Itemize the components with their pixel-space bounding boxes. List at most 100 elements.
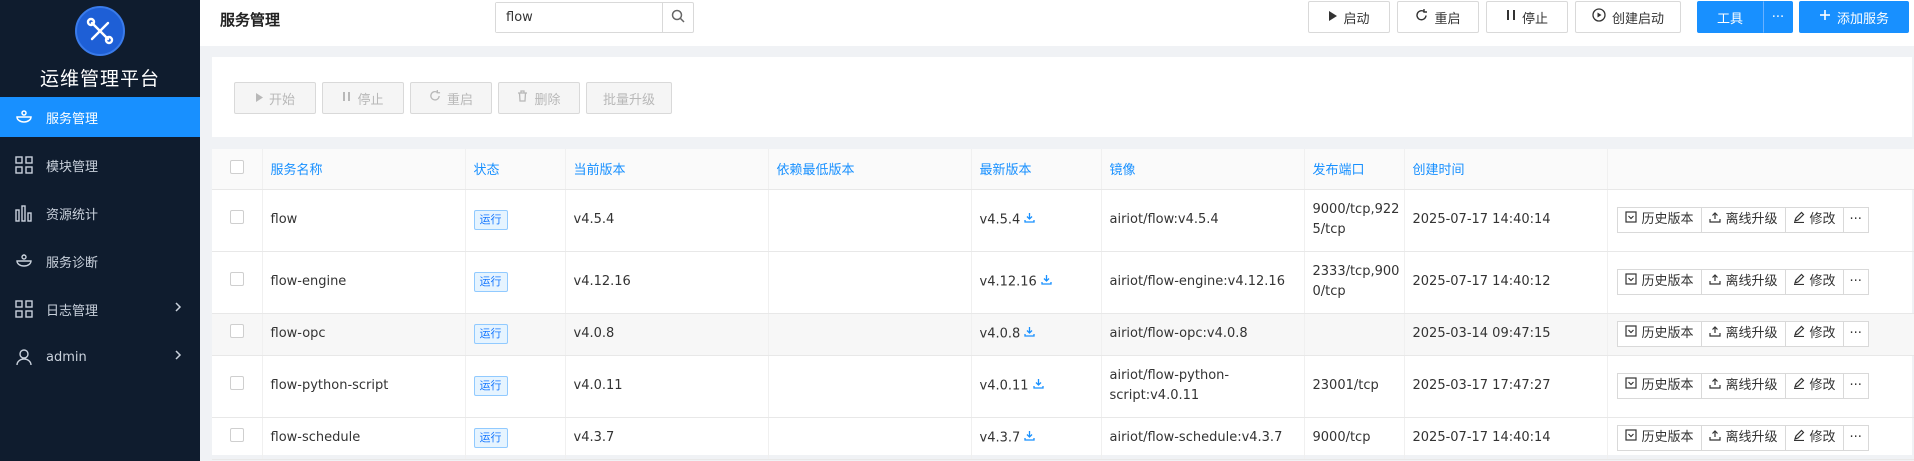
row-actions: 历史版本 离线升级 修改 ···	[1616, 373, 1914, 399]
column-header-created[interactable]: 创建时间	[1404, 149, 1608, 190]
edit-button[interactable]: 修改	[1784, 425, 1844, 451]
history-icon	[1624, 324, 1637, 344]
sidebar-item-log-management[interactable]: 日志管理	[0, 289, 200, 329]
table-row[interactable]: flow-engine 运行 v4.12.16 v4.12.16 airiot/…	[212, 251, 1914, 314]
history-version-button[interactable]: 历史版本	[1616, 269, 1702, 295]
row-checkbox[interactable]	[229, 209, 244, 224]
row-checkbox[interactable]	[229, 427, 244, 442]
column-header-latest-version[interactable]: 最新版本	[971, 149, 1102, 190]
created-time: 2025-07-17 14:40:14	[1412, 212, 1551, 227]
stop-button[interactable]: 停止	[1486, 1, 1568, 33]
sidebar-item-admin[interactable]: admin	[0, 337, 200, 377]
history-icon	[1624, 210, 1637, 230]
created-time: 2025-03-14 09:47:15	[1412, 326, 1551, 341]
more-icon: ···	[1849, 212, 1862, 227]
chevron-right-icon	[174, 349, 182, 365]
download-icon[interactable]	[1024, 324, 1035, 344]
log-grid-icon	[14, 299, 34, 319]
table-row[interactable]: flow 运行 v4.5.4 v4.5.4 airiot/flow:v4.5.4…	[212, 189, 1914, 252]
history-version-button[interactable]: 历史版本	[1616, 321, 1702, 347]
service-name: flow-engine	[270, 274, 347, 289]
image-value: airiot/flow:v4.5.4	[1109, 212, 1219, 227]
edit-button[interactable]: 修改	[1784, 207, 1844, 233]
chevron-right-icon	[174, 301, 182, 317]
download-icon[interactable]	[1032, 376, 1044, 396]
offline-upgrade-button[interactable]: 离线升级	[1700, 207, 1786, 233]
add-service-button[interactable]: 添加服务	[1799, 1, 1909, 33]
search-button[interactable]	[662, 3, 693, 32]
platform-brand: 运维管理平台	[39, 68, 160, 90]
row-more-button[interactable]: ···	[1842, 425, 1869, 451]
create-start-button-label: 创建启动	[1611, 11, 1664, 27]
image-value: airiot/flow-schedule:v4.3.7	[1109, 430, 1283, 445]
offline-upgrade-button[interactable]: 离线升级	[1700, 321, 1786, 347]
service-name: flow-schedule	[270, 430, 361, 445]
search-input[interactable]	[496, 3, 662, 32]
download-icon[interactable]	[1041, 272, 1052, 292]
edit-icon	[1793, 324, 1805, 344]
history-version-button[interactable]: 历史版本	[1616, 207, 1702, 233]
download-icon[interactable]	[1024, 428, 1035, 448]
tools-more-button[interactable]: ···	[1763, 1, 1793, 33]
search-box	[495, 2, 694, 33]
row-more-button[interactable]: ···	[1842, 321, 1869, 347]
table-row[interactable]: flow-python-script 运行 v4.0.11 v4.0.11 ai…	[212, 355, 1914, 418]
edit-label: 修改	[1809, 326, 1836, 341]
sidebar-item-resource-stats[interactable]: 资源统计	[0, 193, 200, 233]
tools-button[interactable]: 工具	[1697, 1, 1763, 33]
sidebar-item-label: 资源统计	[46, 207, 99, 223]
latest-version: v4.12.16	[979, 274, 1037, 290]
offline-upgrade-button[interactable]: 离线升级	[1700, 425, 1786, 451]
offline-upgrade-button[interactable]: 离线升级	[1700, 269, 1786, 295]
row-checkbox[interactable]	[229, 323, 244, 338]
offline-upgrade-label: 离线升级	[1725, 326, 1778, 341]
edit-button[interactable]: 修改	[1784, 321, 1844, 347]
upload-icon	[1708, 272, 1721, 292]
bulk-start-button[interactable]: 开始	[234, 82, 316, 114]
history-version-button[interactable]: 历史版本	[1616, 373, 1702, 399]
history-version-button[interactable]: 历史版本	[1616, 425, 1702, 451]
row-checkbox[interactable]	[229, 271, 244, 286]
edit-button[interactable]: 修改	[1784, 269, 1844, 295]
bulk-stop-button[interactable]: 停止	[322, 82, 404, 114]
edit-button[interactable]: 修改	[1784, 373, 1844, 399]
column-header-min-dep-version[interactable]: 依赖最低版本	[768, 149, 972, 190]
batch-upgrade-button[interactable]: 批量升级	[586, 82, 672, 114]
add-service-button-label: 添加服务	[1836, 11, 1889, 27]
sidebar-item-service-diagnosis[interactable]: 服务诊断	[0, 241, 200, 281]
row-more-button[interactable]: ···	[1842, 207, 1869, 233]
image-value: airiot/flow-opc:v4.0.8	[1109, 326, 1248, 341]
column-header-name[interactable]: 服务名称	[262, 149, 466, 190]
row-checkbox[interactable]	[229, 375, 244, 390]
status-badge: 运行	[473, 376, 508, 396]
play-icon	[1328, 10, 1338, 25]
column-header-image[interactable]: 镜像	[1101, 149, 1305, 190]
sidebar-item-service-management[interactable]: 服务管理	[0, 97, 200, 137]
column-header-port[interactable]: 发布端口	[1304, 149, 1405, 190]
column-header-status[interactable]: 状态	[465, 149, 566, 190]
bulk-delete-button[interactable]: 删除	[498, 82, 580, 114]
row-more-button[interactable]: ···	[1842, 373, 1869, 399]
edit-label: 修改	[1809, 430, 1836, 445]
bulk-restart-button[interactable]: 重启	[410, 82, 492, 114]
stop-button-label: 停止	[1521, 11, 1548, 27]
bulk-delete-label: 删除	[534, 92, 561, 108]
edit-label: 修改	[1809, 378, 1836, 393]
create-start-button[interactable]: 创建启动	[1575, 1, 1681, 33]
row-more-button[interactable]: ···	[1842, 269, 1869, 295]
bulk-restart-label: 重启	[446, 92, 473, 108]
start-button[interactable]: 启动	[1308, 1, 1390, 33]
edit-label: 修改	[1809, 274, 1836, 289]
trash-icon	[517, 90, 528, 106]
sidebar-item-module-management[interactable]: 模块管理	[0, 145, 200, 185]
download-icon[interactable]	[1024, 210, 1035, 230]
table-row[interactable]: flow-schedule 运行 v4.3.7 v4.3.7 airiot/fl…	[212, 417, 1914, 460]
search-icon	[671, 9, 685, 27]
column-header-current-version[interactable]: 当前版本	[565, 149, 769, 190]
table-row[interactable]: flow-opc 运行 v4.0.8 v4.0.8 airiot/flow-op…	[212, 313, 1914, 356]
offline-upgrade-label: 离线升级	[1725, 212, 1778, 227]
select-all-checkbox[interactable]	[229, 159, 244, 174]
offline-upgrade-button[interactable]: 离线升级	[1700, 373, 1786, 399]
status-badge: 运行	[473, 272, 508, 292]
restart-button[interactable]: 重启	[1397, 1, 1479, 33]
